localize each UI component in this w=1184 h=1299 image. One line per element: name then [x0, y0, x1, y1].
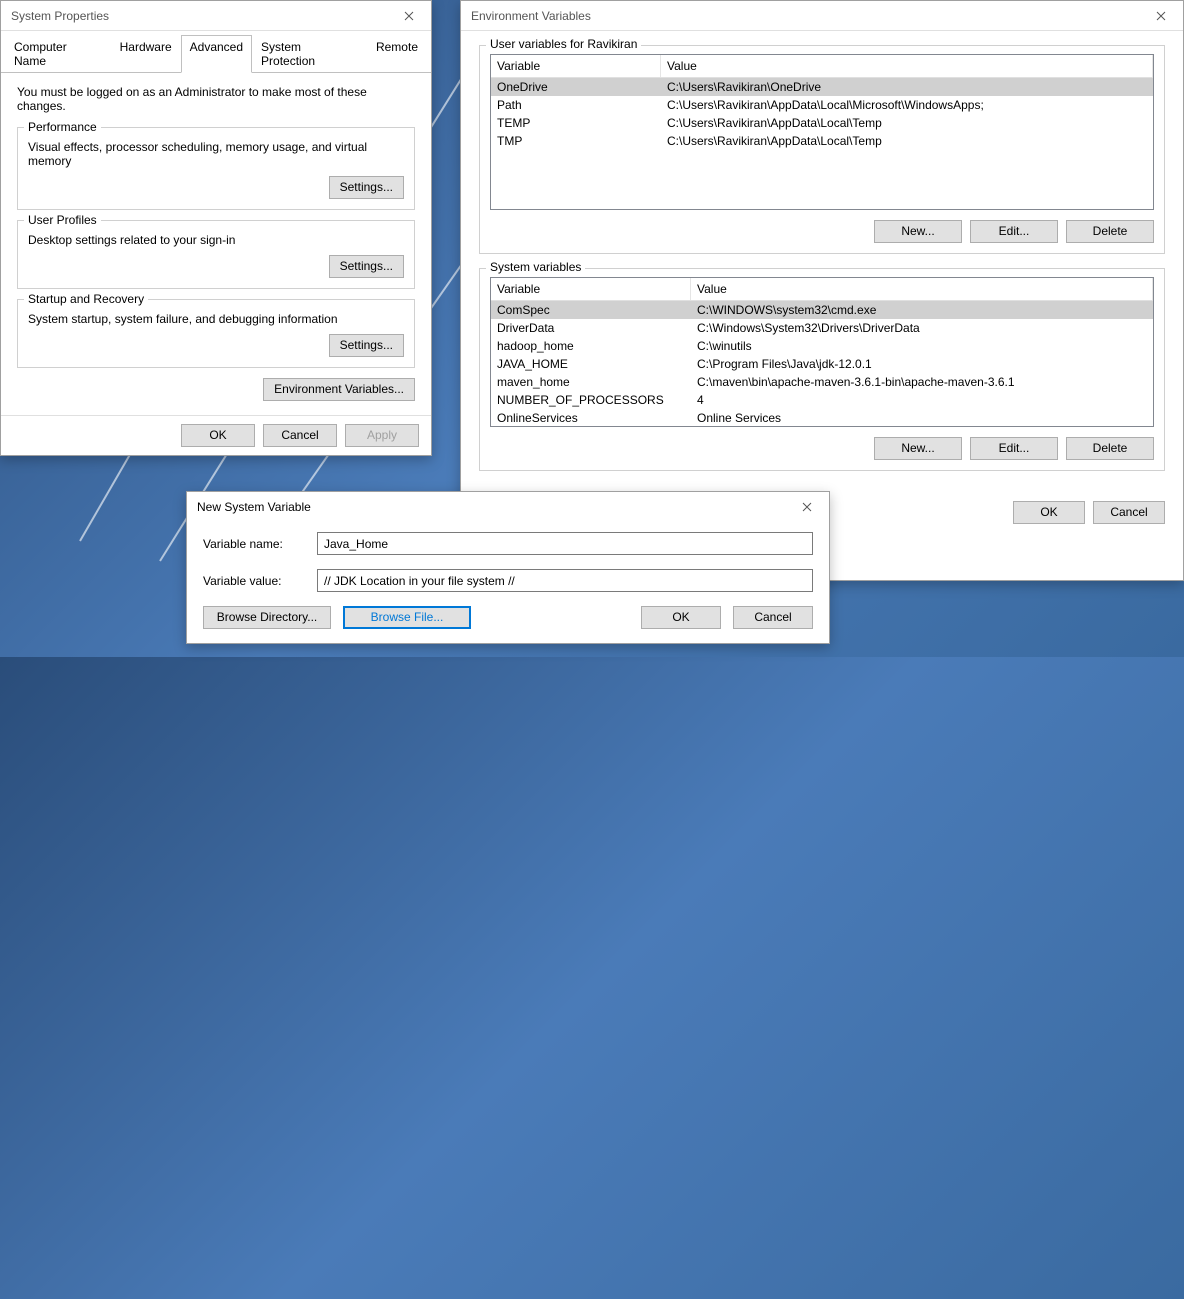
titlebar: New System Variable — [187, 492, 829, 522]
user-variables-group: User variables for Ravikiran Variable Va… — [479, 45, 1165, 254]
user-profiles-settings-button[interactable]: Settings... — [329, 255, 404, 278]
startup-desc: System startup, system failure, and debu… — [28, 312, 404, 326]
window-title: Environment Variables — [471, 9, 591, 23]
performance-title: Performance — [24, 120, 101, 134]
variable-name-label: Variable name: — [203, 537, 317, 551]
cancel-button[interactable]: Cancel — [263, 424, 337, 447]
close-icon[interactable] — [785, 492, 829, 522]
close-icon[interactable] — [1139, 1, 1183, 31]
list-row[interactable]: hadoop_homeC:\winutils — [491, 337, 1153, 355]
environment-variables-button[interactable]: Environment Variables... — [263, 378, 415, 401]
list-row[interactable]: NUMBER_OF_PROCESSORS4 — [491, 391, 1153, 409]
user-new-button[interactable]: New... — [874, 220, 962, 243]
user-profiles-title: User Profiles — [24, 213, 101, 227]
startup-group: Startup and Recovery System startup, sys… — [17, 299, 415, 368]
window-title: New System Variable — [197, 500, 311, 514]
system-properties-window: System Properties Computer Name Hardware… — [0, 0, 432, 456]
performance-group: Performance Visual effects, processor sc… — [17, 127, 415, 210]
list-row[interactable]: OneDriveC:\Users\Ravikiran\OneDrive — [491, 78, 1153, 96]
new-system-variable-window: New System Variable Variable name: Varia… — [186, 491, 830, 644]
system-variables-list[interactable]: Variable Value ComSpecC:\WINDOWS\system3… — [490, 277, 1154, 427]
system-variables-title: System variables — [486, 260, 585, 274]
startup-settings-button[interactable]: Settings... — [329, 334, 404, 357]
browse-directory-button[interactable]: Browse Directory... — [203, 606, 331, 629]
list-row[interactable]: TEMPC:\Users\Ravikiran\AppData\Local\Tem… — [491, 114, 1153, 132]
user-variables-title: User variables for Ravikiran — [486, 37, 641, 51]
user-profiles-group: User Profiles Desktop settings related t… — [17, 220, 415, 289]
cancel-button[interactable]: Cancel — [733, 606, 813, 629]
ok-button[interactable]: OK — [641, 606, 721, 629]
list-row[interactable]: maven_homeC:\maven\bin\apache-maven-3.6.… — [491, 373, 1153, 391]
admin-note: You must be logged on as an Administrato… — [17, 85, 415, 113]
tab-system-protection[interactable]: System Protection — [252, 35, 367, 73]
user-variables-list[interactable]: Variable Value OneDriveC:\Users\Ravikira… — [490, 54, 1154, 210]
performance-desc: Visual effects, processor scheduling, me… — [28, 140, 404, 168]
list-row[interactable]: OnlineServicesOnline Services — [491, 409, 1153, 427]
list-row[interactable]: JAVA_HOMEC:\Program Files\Java\jdk-12.0.… — [491, 355, 1153, 373]
ok-button[interactable]: OK — [1013, 501, 1085, 524]
variable-value-input[interactable] — [317, 569, 813, 592]
tab-remote[interactable]: Remote — [367, 35, 427, 73]
list-row[interactable]: ComSpecC:\WINDOWS\system32\cmd.exe — [491, 301, 1153, 319]
window-title: System Properties — [11, 9, 109, 23]
titlebar: Environment Variables — [461, 1, 1183, 31]
tab-computer-name[interactable]: Computer Name — [5, 35, 111, 73]
user-delete-button[interactable]: Delete — [1066, 220, 1154, 243]
variable-value-label: Variable value: — [203, 574, 317, 588]
user-profiles-desc: Desktop settings related to your sign-in — [28, 233, 404, 247]
system-variables-group: System variables Variable Value ComSpecC… — [479, 268, 1165, 471]
user-edit-button[interactable]: Edit... — [970, 220, 1058, 243]
browse-file-button[interactable]: Browse File... — [343, 606, 471, 629]
sys-delete-button[interactable]: Delete — [1066, 437, 1154, 460]
list-header: Variable Value — [491, 55, 1153, 78]
list-header: Variable Value — [491, 278, 1153, 301]
sys-edit-button[interactable]: Edit... — [970, 437, 1058, 460]
variable-name-input[interactable] — [317, 532, 813, 555]
performance-settings-button[interactable]: Settings... — [329, 176, 404, 199]
close-icon[interactable] — [387, 1, 431, 31]
tab-hardware[interactable]: Hardware — [111, 35, 181, 73]
titlebar: System Properties — [1, 1, 431, 31]
list-row[interactable]: PathC:\Users\Ravikiran\AppData\Local\Mic… — [491, 96, 1153, 114]
header-value[interactable]: Value — [691, 278, 1153, 300]
sys-new-button[interactable]: New... — [874, 437, 962, 460]
startup-title: Startup and Recovery — [24, 292, 148, 306]
header-variable[interactable]: Variable — [491, 55, 661, 77]
ok-button[interactable]: OK — [181, 424, 255, 447]
tabs: Computer Name Hardware Advanced System P… — [1, 31, 431, 73]
apply-button[interactable]: Apply — [345, 424, 419, 447]
cancel-button[interactable]: Cancel — [1093, 501, 1165, 524]
header-value[interactable]: Value — [661, 55, 1153, 77]
header-variable[interactable]: Variable — [491, 278, 691, 300]
list-row[interactable]: DriverDataC:\Windows\System32\Drivers\Dr… — [491, 319, 1153, 337]
tab-advanced[interactable]: Advanced — [181, 35, 252, 73]
list-row[interactable]: TMPC:\Users\Ravikiran\AppData\Local\Temp — [491, 132, 1153, 150]
